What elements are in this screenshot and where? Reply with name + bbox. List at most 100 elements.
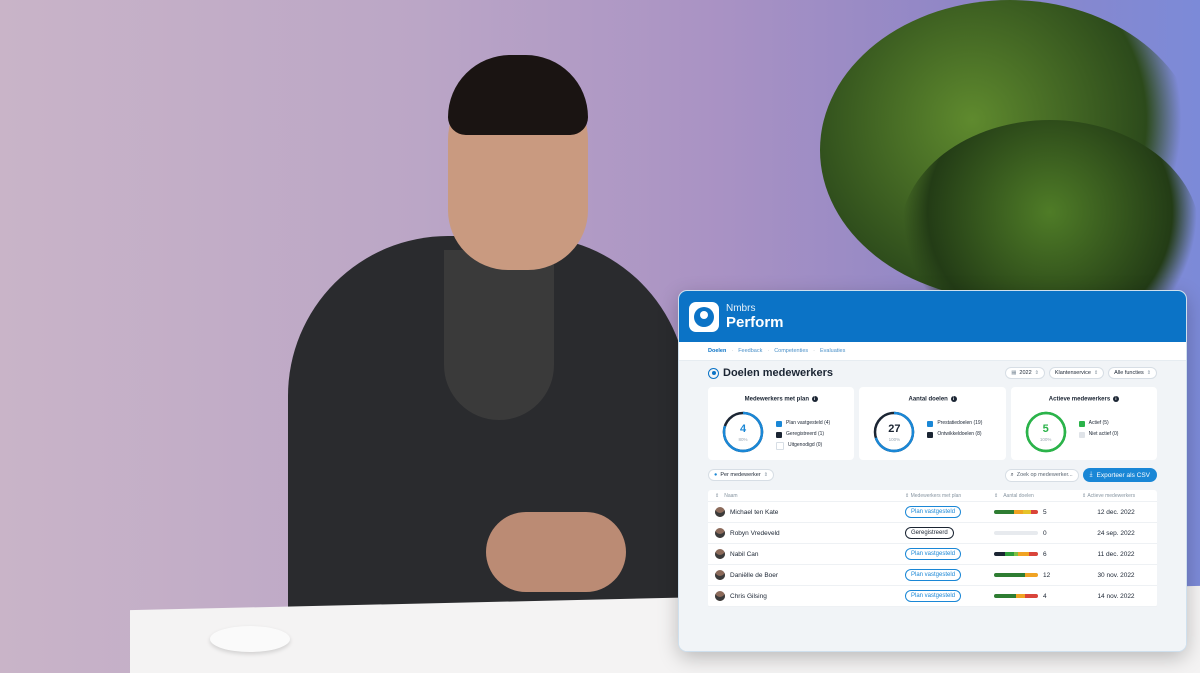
- tab-feedback[interactable]: Feedback: [738, 348, 762, 354]
- info-icon[interactable]: i: [811, 396, 818, 402]
- table-row[interactable]: Michael ten Kate Plan vastgesteld 5 12 dec.…: [708, 502, 1157, 523]
- cell-active: 30 nov. 2022: [1082, 572, 1150, 579]
- avatar: [715, 528, 725, 538]
- goals-progress-bar: [994, 510, 1038, 514]
- nav-tabs: Doelen · Feedback · Competenties · Evalu…: [679, 342, 1186, 361]
- header-naam[interactable]: ⇕ Naam: [715, 493, 905, 499]
- progress-ring: 27 100%: [873, 411, 915, 453]
- card-title-text: Aantal doelen: [908, 396, 948, 403]
- employee-name: Robyn Vredeveld: [730, 529, 780, 537]
- sort-icon: ⇕: [905, 492, 910, 499]
- header-plan[interactable]: ⇕ Medewerkers met plan: [905, 493, 994, 499]
- goals-count: 12: [1043, 571, 1051, 579]
- bar-segment: [1013, 510, 1023, 514]
- tab-separator: ·: [731, 348, 734, 354]
- info-icon[interactable]: i: [950, 396, 957, 402]
- goals-progress-bar: [994, 552, 1038, 556]
- legend-item: Plan vastgesteld (4): [776, 418, 830, 429]
- cell-active: 14 nov. 2022: [1082, 593, 1150, 600]
- group-by-select[interactable]: ● Per medewerker ⇕: [708, 469, 774, 481]
- legend-item: Uitgenodigd (0): [776, 440, 830, 451]
- legend-label: Uitgenodigd (0): [788, 442, 823, 448]
- ring-percent: 100%: [1039, 437, 1052, 442]
- function-select-value: Alle functies: [1114, 370, 1144, 376]
- title-row: Doelen medewerkers ▦ 2022 ⇕ Klantenservi…: [708, 361, 1157, 385]
- cell-plan: Plan vastgesteld: [905, 569, 994, 581]
- table-row[interactable]: Nabil Can Plan vastgesteld 6 11 dec. 2022: [708, 544, 1157, 565]
- card-title: Aantal doelen i: [859, 396, 1005, 403]
- table-header: ⇕ Naam ⇕ Medewerkers met plan ⇕ Aantal doe…: [708, 490, 1157, 502]
- ring-value: 5: [1042, 423, 1049, 435]
- app-window: Nmbrs Perform Doelen · Feedback · Compet…: [679, 291, 1186, 651]
- bar-segment: [1022, 510, 1032, 514]
- summary-cards: Medewerkers met plan i 4 80% Plan vastge…: [708, 387, 1157, 460]
- table-row[interactable]: Robyn Vredeveld Geregistreerd 0 24 sep. 202…: [708, 523, 1157, 544]
- search-icon: ⌕: [1010, 471, 1014, 478]
- header-label: Naam: [724, 492, 738, 499]
- plan-status-badge[interactable]: Geregistreerd: [905, 527, 954, 539]
- legend-swatch: [927, 420, 934, 427]
- target-icon: [708, 367, 719, 379]
- header-goals[interactable]: ⇕ Aantal doelen: [994, 493, 1082, 499]
- nmbrs-logo-icon: [689, 301, 719, 332]
- legend-label: Prestatiedoelen (19): [937, 420, 983, 426]
- team-select[interactable]: Klantenservice ⇕: [1048, 367, 1105, 379]
- tab-competenties[interactable]: Competenties: [774, 348, 808, 354]
- plan-status-badge[interactable]: Plan vastgesteld: [905, 569, 962, 581]
- chevron-updown-icon: ⇕: [1093, 370, 1099, 376]
- avatar: [715, 549, 725, 559]
- bar-segment: [1029, 552, 1038, 556]
- table-body: Michael ten Kate Plan vastgesteld 5 12 dec.…: [708, 502, 1157, 607]
- table-row[interactable]: Chris Gilsing Plan vastgesteld 4 14 nov. 20…: [708, 586, 1157, 607]
- tab-evaluaties[interactable]: Evaluaties: [820, 348, 845, 354]
- legend: Actief (5) Niet actief (0): [1078, 418, 1119, 440]
- avatar: [715, 507, 725, 517]
- avatar: [715, 570, 725, 580]
- legend-label: Plan vastgesteld (4): [786, 420, 831, 426]
- page-title: Doelen medewerkers: [708, 367, 833, 379]
- employee-name: Michael ten Kate: [730, 508, 779, 516]
- filters: ▦ 2022 ⇕ Klantenservice ⇕ Alle functies …: [1005, 367, 1157, 379]
- ring-value: 4: [739, 423, 747, 435]
- legend-swatch: [927, 431, 934, 438]
- plan-status-badge[interactable]: Plan vastgesteld: [905, 506, 962, 518]
- header-active[interactable]: ⇕ Actieve medewerkers: [1082, 493, 1150, 499]
- goals-count: 6: [1043, 550, 1047, 558]
- last-active-date: 12 dec. 2022: [1097, 508, 1135, 516]
- goals-progress-bar: [994, 573, 1038, 577]
- cell-plan: Plan vastgesteld: [905, 548, 994, 560]
- cell-active: 24 sep. 2022: [1082, 530, 1150, 537]
- legend-swatch: [776, 441, 784, 450]
- export-csv-button[interactable]: ⤓ Exporteer als CSV: [1082, 468, 1157, 482]
- cell-active: 12 dec. 2022: [1082, 509, 1150, 516]
- employee-name: Chris Gilsing: [730, 592, 767, 600]
- team-select-value: Klantenservice: [1054, 370, 1091, 376]
- goals-count: 0: [1043, 529, 1047, 537]
- plan-status-badge[interactable]: Plan vastgesteld: [905, 590, 962, 602]
- last-active-date: 30 nov. 2022: [1097, 571, 1135, 579]
- last-active-date: 24 sep. 2022: [1097, 529, 1135, 537]
- header-label: Aantal doelen: [1003, 492, 1034, 499]
- info-icon[interactable]: i: [1112, 396, 1119, 402]
- legend-label: Geregistreerd (1): [786, 431, 825, 437]
- search-input[interactable]: ⌕ Zoek op medewerker...: [1004, 468, 1079, 482]
- person-icon: ●: [714, 472, 718, 478]
- year-select[interactable]: ▦ 2022 ⇕: [1005, 367, 1045, 379]
- brand-small: Nmbrs: [726, 302, 756, 314]
- legend-label: Niet actief (0): [1088, 431, 1119, 437]
- sort-icon: ⇕: [1082, 492, 1087, 499]
- ring-percent: 80%: [738, 437, 748, 442]
- download-icon: ⤓: [1089, 471, 1093, 478]
- card-title-text: Medewerkers met plan: [744, 396, 809, 403]
- cell-goals: 12: [994, 572, 1082, 579]
- tab-doelen[interactable]: Doelen: [708, 348, 726, 354]
- cell-name: Robyn Vredeveld: [715, 528, 905, 538]
- goals-count: 5: [1043, 508, 1047, 516]
- table-row[interactable]: Daniëlle de Boer Plan vastgesteld 12 30 nov…: [708, 565, 1157, 586]
- table-toolbar: ● Per medewerker ⇕ ⌕ Zoek op medewerker.…: [708, 460, 1157, 490]
- plan-status-badge[interactable]: Plan vastgesteld: [905, 548, 962, 560]
- bar-segment: [1016, 594, 1025, 598]
- presenter-hair: [448, 55, 588, 135]
- legend-item: Prestatiedoelen (19): [927, 418, 982, 429]
- function-select[interactable]: Alle functies ⇕: [1108, 367, 1157, 379]
